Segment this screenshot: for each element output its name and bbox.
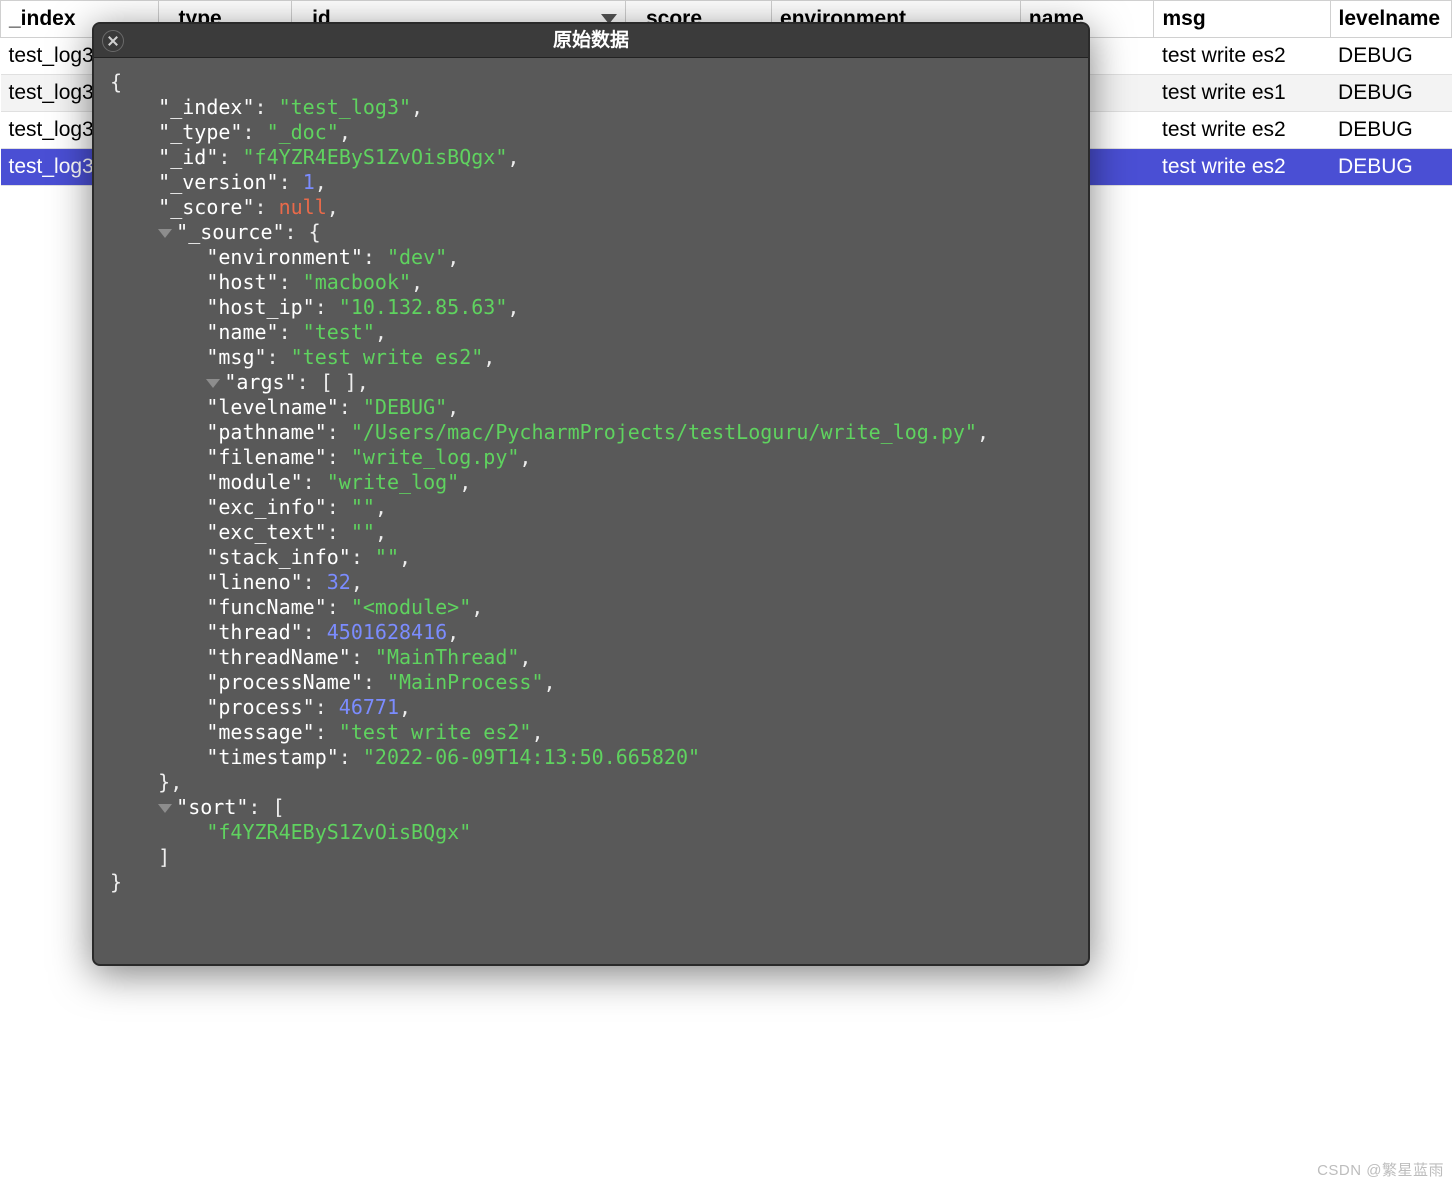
chevron-down-icon[interactable] [158,229,172,238]
cell-levelname: DEBUG [1330,149,1451,186]
col-header-msg[interactable]: msg [1154,1,1330,38]
chevron-down-icon[interactable] [158,804,172,813]
json-viewer[interactable]: { "_index": "test_log3", "_type": "_doc"… [94,58,1088,964]
cell-levelname: DEBUG [1330,112,1451,149]
cell-msg: test write es2 [1154,149,1330,186]
modal-titlebar: 原始数据 [94,24,1088,58]
watermark-text: CSDN @繁星蓝雨 [1317,1159,1444,1180]
close-icon[interactable] [102,30,124,52]
cell-levelname: DEBUG [1330,75,1451,112]
raw-data-modal: 原始数据 { "_index": "test_log3", "_type": "… [92,22,1090,966]
cell-msg: test write es1 [1154,75,1330,112]
cell-levelname: DEBUG [1330,38,1451,75]
col-header-levelname[interactable]: levelname [1330,1,1451,38]
cell-msg: test write es2 [1154,112,1330,149]
cell-msg: test write es2 [1154,38,1330,75]
modal-title-text: 原始数据 [553,30,629,51]
chevron-down-icon[interactable] [206,379,220,388]
